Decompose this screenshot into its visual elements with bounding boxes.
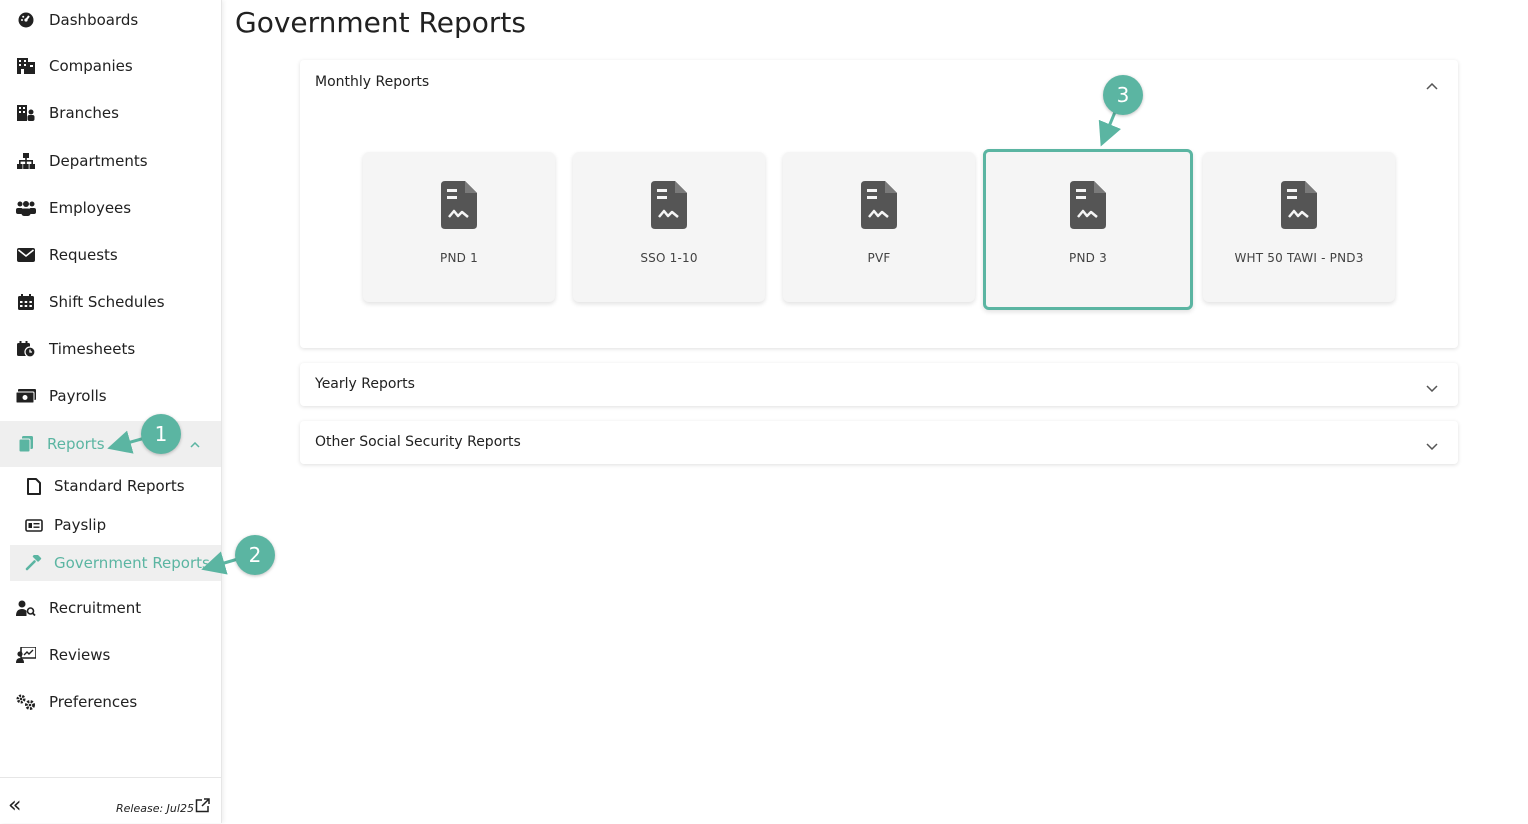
sidebar-item-departments[interactable]: Departments [0,141,221,181]
file-icon [24,476,44,496]
external-link-icon[interactable] [195,798,210,817]
sidebar-item-companies[interactable]: Companies [0,46,221,86]
monthly-reports-panel: Monthly Reports PND 1 SSO 1-10 PVF PND 3… [300,60,1458,348]
annotation-marker-1: 1 [141,414,181,454]
sidebar-item-label: Employees [49,199,132,217]
dashboard-icon [16,10,36,30]
report-card-sso-1-10[interactable]: SSO 1-10 [573,152,765,302]
chevron-up-icon[interactable] [1426,78,1438,94]
reviews-icon [16,645,36,665]
sidebar-item-label: Branches [49,104,119,122]
chevron-down-icon[interactable] [1426,380,1438,396]
other-social-security-reports-panel[interactable]: Other Social Security Reports [300,421,1458,464]
calendar-icon [16,292,36,312]
sidebar-item-label: Timesheets [49,340,136,358]
file-signature-icon [441,181,477,233]
collapse-sidebar-button[interactable]: « [8,795,21,817]
gavel-icon [24,553,44,573]
reports-icon [16,434,36,454]
file-signature-icon [861,181,897,233]
report-card-pvf[interactable]: PVF [783,152,975,302]
yearly-reports-panel[interactable]: Yearly Reports [300,363,1458,406]
file-signature-icon [651,181,687,233]
employees-icon [16,198,36,218]
chevron-down-icon[interactable] [1426,438,1438,454]
companies-icon [16,56,36,76]
yearly-reports-header[interactable]: Yearly Reports [315,376,415,392]
report-card-label: WHT 50 TAWI - PND3 [1234,251,1364,265]
sidebar-item-branches[interactable]: Branches [0,93,221,133]
file-signature-icon [1281,181,1317,233]
sidebar-item-label: Reports [47,435,105,453]
page-title: Government Reports [235,6,526,39]
payslip-icon [24,515,44,535]
annotation-marker-2: 2 [235,535,275,575]
sidebar-item-label: Requests [49,246,118,264]
sidebar-item-label: Preferences [49,693,138,711]
recruitment-icon [16,598,36,618]
release-label: Release: Jul25 [116,802,194,815]
sidebar-item-payrolls[interactable]: Payrolls [0,376,221,416]
annotation-marker-3: 3 [1103,75,1143,115]
chevron-up-icon [190,437,200,452]
sidebar-subitem-label: Payslip [54,516,107,534]
sidebar-item-employees[interactable]: Employees [0,188,221,228]
departments-icon [16,151,36,171]
money-icon [16,386,36,406]
sidebar-item-requests[interactable]: Requests [0,235,221,275]
sidebar-item-shift-schedules[interactable]: Shift Schedules [0,282,221,322]
sidebar-item-dashboards[interactable]: Dashboards [0,0,221,40]
sidebar-item-label: Dashboards [49,11,139,29]
sidebar-item-label: Departments [49,152,148,170]
report-card-pnd3[interactable]: PND 3 [983,149,1193,310]
timesheet-icon [16,339,36,359]
sidebar-item-label: Recruitment [49,599,142,617]
sidebar-item-label: Companies [49,57,133,75]
sidebar-subitem-government-reports[interactable]: Government Reports [10,545,221,581]
report-card-label: PVF [867,251,891,265]
other-social-security-reports-header[interactable]: Other Social Security Reports [315,434,521,450]
sidebar-subitem-label: Standard Reports [54,477,185,495]
file-signature-icon [1070,181,1106,233]
report-card-pnd1[interactable]: PND 1 [363,152,555,302]
report-card-label: PND 3 [1069,251,1107,265]
report-card-wht-50-tawi-pnd3[interactable]: WHT 50 TAWI - PND3 [1203,152,1395,302]
gears-icon [16,692,36,712]
report-card-label: SSO 1-10 [640,251,698,265]
monthly-reports-header[interactable]: Monthly Reports [315,74,429,90]
sidebar-item-reviews[interactable]: Reviews [0,635,221,675]
sidebar-item-label: Shift Schedules [49,293,165,311]
sidebar-item-preferences[interactable]: Preferences [0,682,221,722]
sidebar-item-label: Reviews [49,646,111,664]
sidebar-item-reports[interactable]: Reports [0,421,221,467]
sidebar-subitem-label: Government Reports [54,554,210,572]
sidebar-item-recruitment[interactable]: Recruitment [0,588,221,628]
branches-icon [16,103,36,123]
sidebar-item-timesheets[interactable]: Timesheets [0,329,221,369]
sidebar: Dashboards Companies Branches Department… [0,0,222,823]
sidebar-subitem-payslip[interactable]: Payslip [10,507,221,543]
envelope-icon [16,245,36,265]
sidebar-footer: « Release: Jul25 [0,777,221,824]
sidebar-subitem-standard-reports[interactable]: Standard Reports [10,468,221,504]
report-card-label: PND 1 [440,251,478,265]
sidebar-item-label: Payrolls [49,387,107,405]
